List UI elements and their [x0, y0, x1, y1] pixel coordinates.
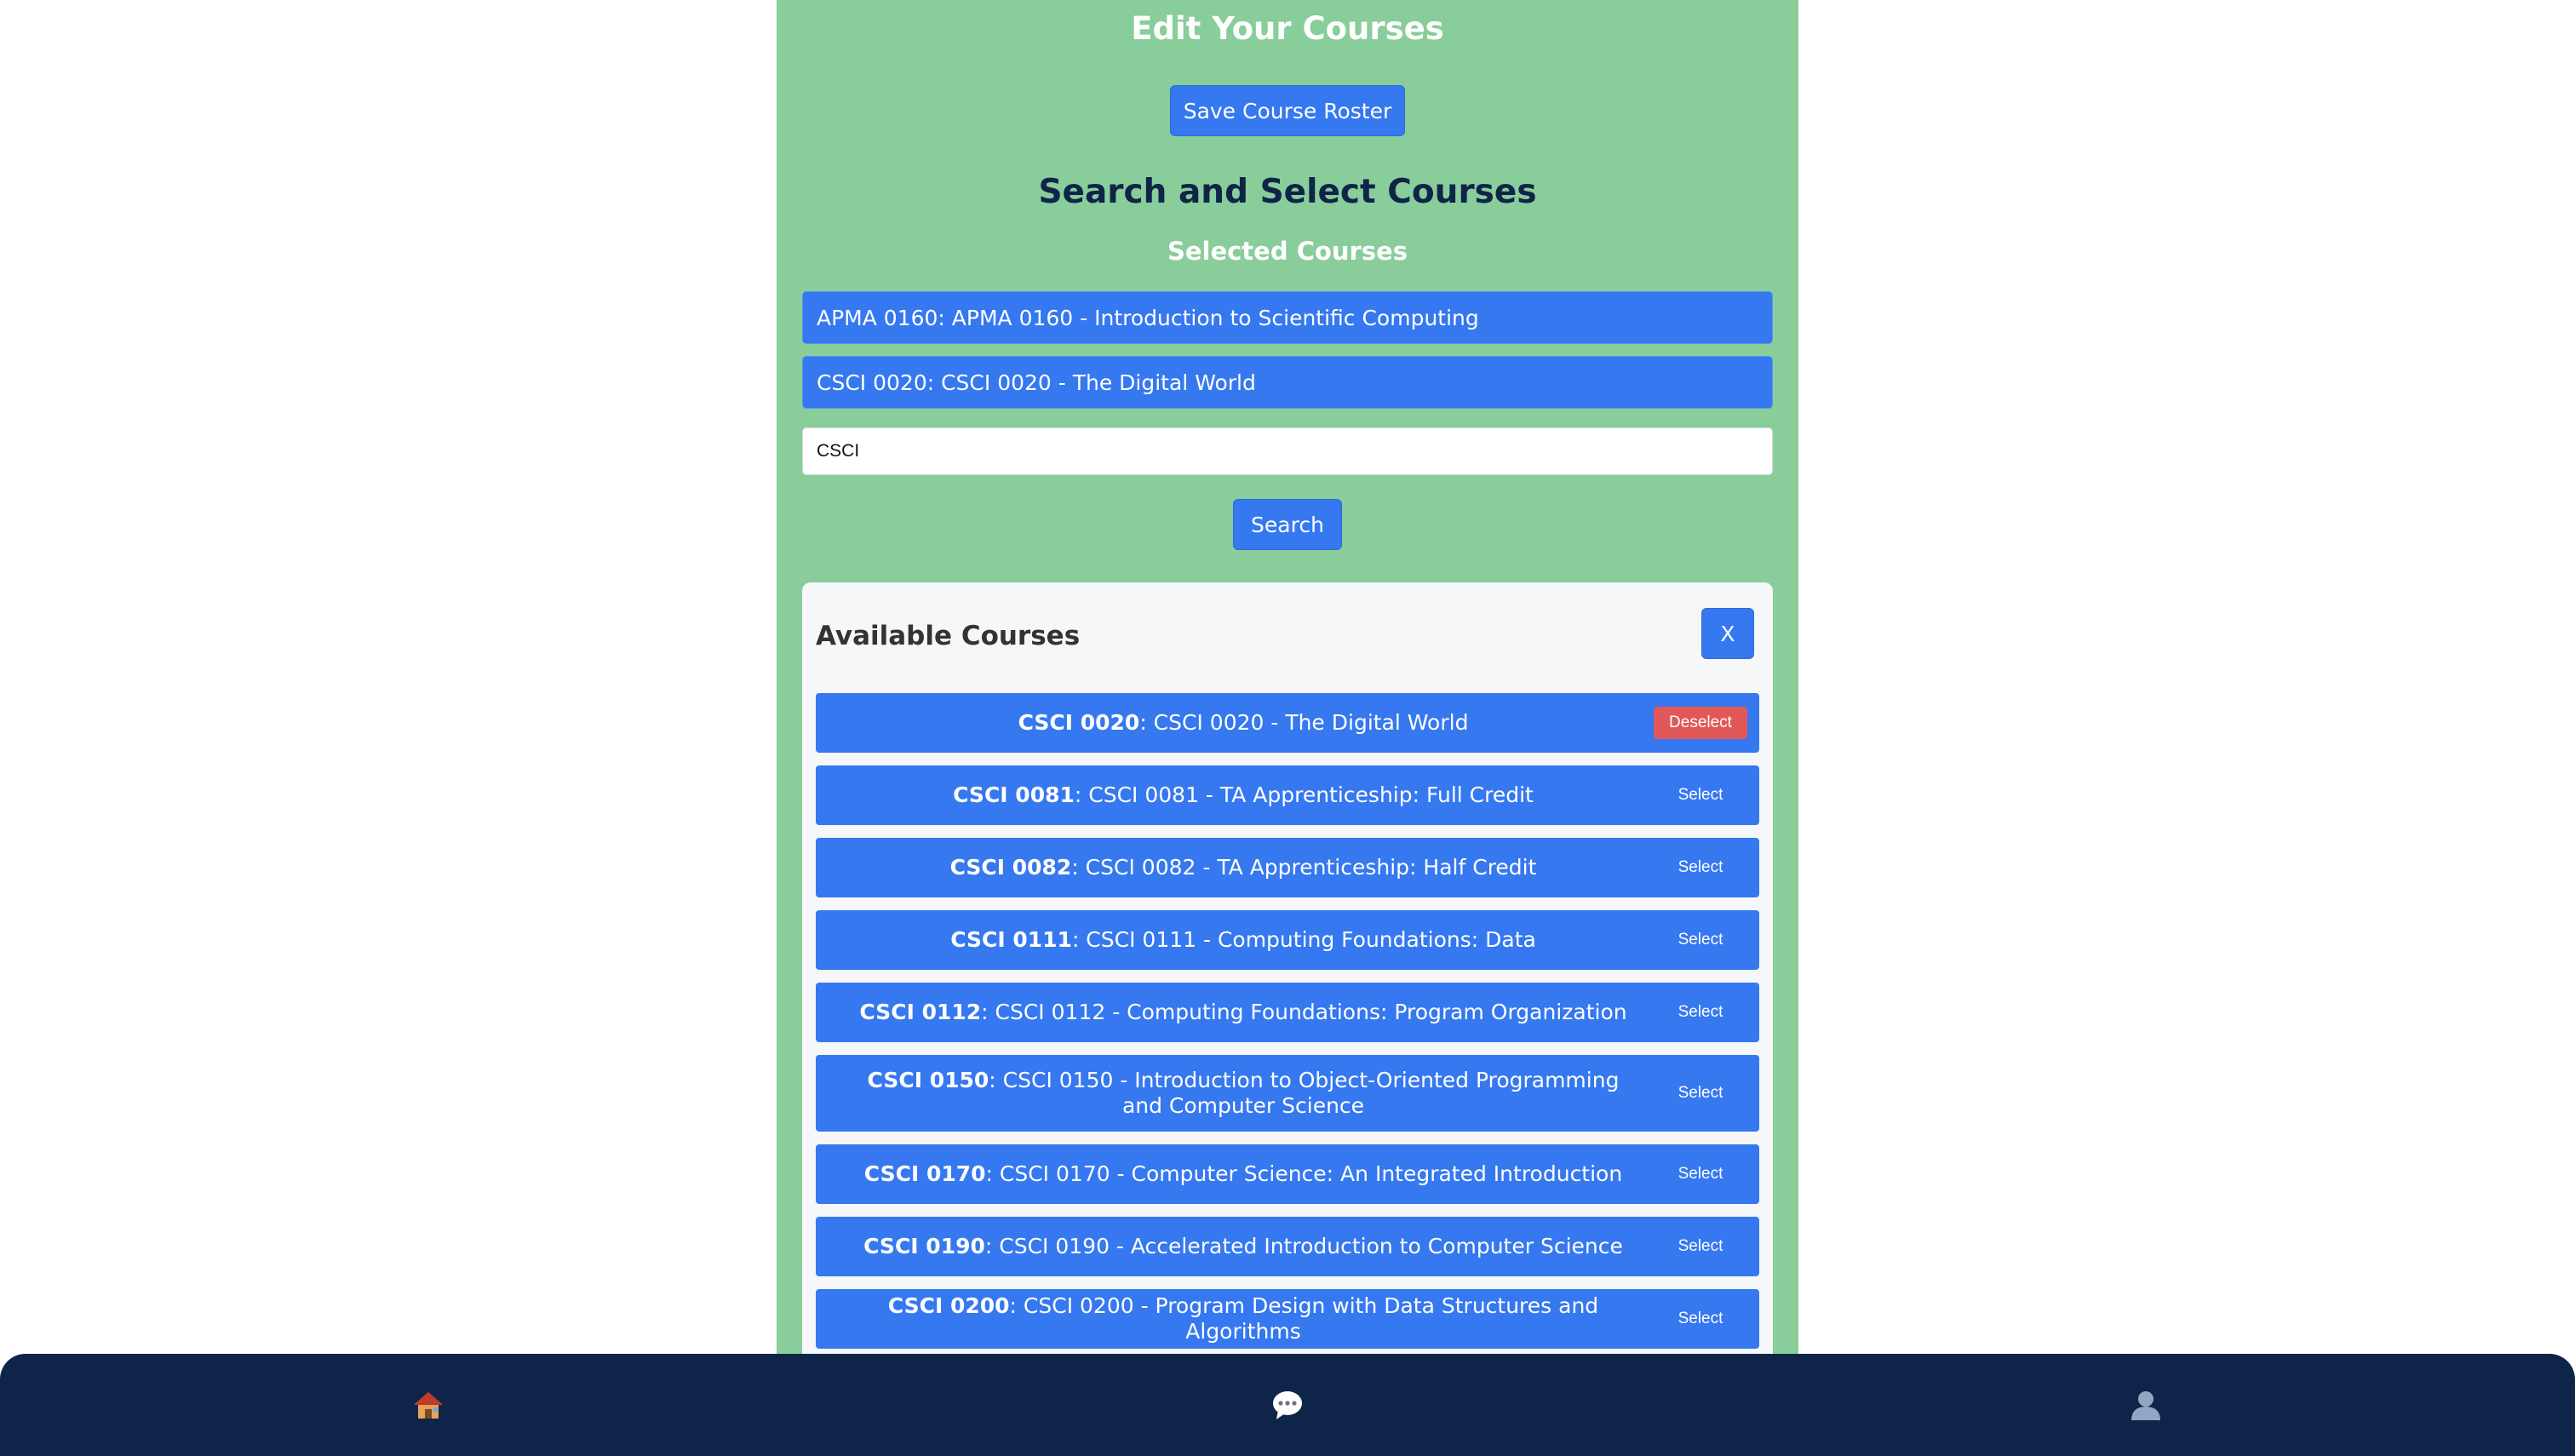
course-title: CSCI 0150: CSCI 0150 - Introduction to O…	[816, 1068, 1654, 1119]
course-row[interactable]: CSCI 0081: CSCI 0081 - TA Apprenticeship…	[816, 765, 1759, 825]
edit-courses-panel: Edit Your Courses Save Course Roster Sea…	[777, 0, 1798, 1383]
course-name: : CSCI 0081 - TA Apprenticeship: Full Cr…	[1074, 782, 1534, 807]
course-name: : CSCI 0020 - The Digital World	[1139, 710, 1469, 735]
course-row[interactable]: CSCI 0200: CSCI 0200 - Program Design wi…	[816, 1289, 1759, 1349]
course-search-input[interactable]	[802, 427, 1773, 475]
course-row[interactable]: CSCI 0112: CSCI 0112 - Computing Foundat…	[816, 983, 1759, 1042]
nav-profile[interactable]	[2095, 1354, 2197, 1456]
page-title: Edit Your Courses	[1131, 10, 1444, 47]
course-row[interactable]: CSCI 0170: CSCI 0170 - Computer Science:…	[816, 1144, 1759, 1204]
course-code: CSCI 0190	[863, 1234, 985, 1258]
course-row[interactable]: CSCI 0190: CSCI 0190 - Accelerated Intro…	[816, 1217, 1759, 1276]
course-code: CSCI 0020	[1018, 710, 1140, 735]
close-button[interactable]: X	[1701, 608, 1754, 659]
course-row[interactable]: CSCI 0150: CSCI 0150 - Introduction to O…	[816, 1055, 1759, 1132]
select-button[interactable]: Select	[1654, 779, 1747, 811]
course-title: CSCI 0200: CSCI 0200 - Program Design wi…	[816, 1293, 1654, 1344]
course-title: CSCI 0190: CSCI 0190 - Accelerated Intro…	[816, 1234, 1654, 1259]
course-code: CSCI 0170	[863, 1161, 986, 1186]
select-button[interactable]: Select	[1654, 1303, 1747, 1335]
course-title: CSCI 0111: CSCI 0111 - Computing Foundat…	[816, 927, 1654, 953]
search-section-title: Search and Select Courses	[1038, 173, 1537, 211]
chat-bubble-icon	[1273, 1391, 1302, 1419]
select-button[interactable]: Select	[1654, 1230, 1747, 1263]
course-name: : CSCI 0112 - Computing Foundations: Pro…	[981, 1000, 1627, 1024]
selected-course-item[interactable]: APMA 0160: APMA 0160 - Introduction to S…	[802, 291, 1773, 344]
course-code: CSCI 0112	[859, 1000, 982, 1024]
course-title: CSCI 0081: CSCI 0081 - TA Apprenticeship…	[816, 782, 1654, 808]
select-button[interactable]: Select	[1654, 851, 1747, 884]
course-title: CSCI 0020: CSCI 0020 - The Digital World	[816, 710, 1654, 736]
select-button[interactable]: Select	[1654, 1158, 1747, 1190]
course-code: CSCI 0111	[950, 927, 1072, 952]
course-row[interactable]: CSCI 0020: CSCI 0020 - The Digital World…	[816, 693, 1759, 753]
course-name: : CSCI 0170 - Computer Science: An Integ…	[985, 1161, 1623, 1186]
course-code: CSCI 0200	[887, 1293, 1010, 1318]
course-row[interactable]: CSCI 0111: CSCI 0111 - Computing Foundat…	[816, 910, 1759, 970]
select-button[interactable]: Select	[1654, 996, 1747, 1029]
profile-icon	[2131, 1391, 2160, 1420]
selected-courses-title: Selected Courses	[1167, 237, 1408, 266]
course-name: : CSCI 0082 - TA Apprenticeship: Half Cr…	[1071, 855, 1537, 880]
course-row[interactable]: CSCI 0082: CSCI 0082 - TA Apprenticeship…	[816, 838, 1759, 897]
course-title: CSCI 0170: CSCI 0170 - Computer Science:…	[816, 1161, 1654, 1187]
course-code: CSCI 0082	[949, 855, 1072, 880]
search-button[interactable]: Search	[1233, 499, 1342, 550]
home-icon	[414, 1392, 443, 1419]
bottom-nav	[0, 1354, 2575, 1456]
course-name: : CSCI 0150 - Introduction to Object-Ori…	[989, 1068, 1620, 1118]
course-name: : CSCI 0200 - Program Design with Data S…	[1009, 1293, 1599, 1344]
course-name: : CSCI 0190 - Accelerated Introduction t…	[984, 1234, 1623, 1258]
nav-home[interactable]	[377, 1354, 479, 1456]
course-code: CSCI 0150	[867, 1068, 989, 1092]
select-button[interactable]: Select	[1654, 924, 1747, 956]
nav-chat[interactable]	[1236, 1354, 1339, 1456]
available-courses-card: Available Courses X CSCI 0020: CSCI 0020…	[802, 582, 1773, 1383]
deselect-button[interactable]: Deselect	[1654, 707, 1747, 739]
select-button[interactable]: Select	[1654, 1077, 1747, 1109]
course-title: CSCI 0082: CSCI 0082 - TA Apprenticeship…	[816, 855, 1654, 880]
course-name: : CSCI 0111 - Computing Foundations: Dat…	[1071, 927, 1536, 952]
course-code: CSCI 0081	[953, 782, 1075, 807]
course-title: CSCI 0112: CSCI 0112 - Computing Foundat…	[816, 1000, 1654, 1025]
save-course-roster-button[interactable]: Save Course Roster	[1170, 85, 1405, 136]
selected-course-item[interactable]: CSCI 0020: CSCI 0020 - The Digital World	[802, 356, 1773, 409]
available-courses-title: Available Courses	[816, 621, 1081, 651]
